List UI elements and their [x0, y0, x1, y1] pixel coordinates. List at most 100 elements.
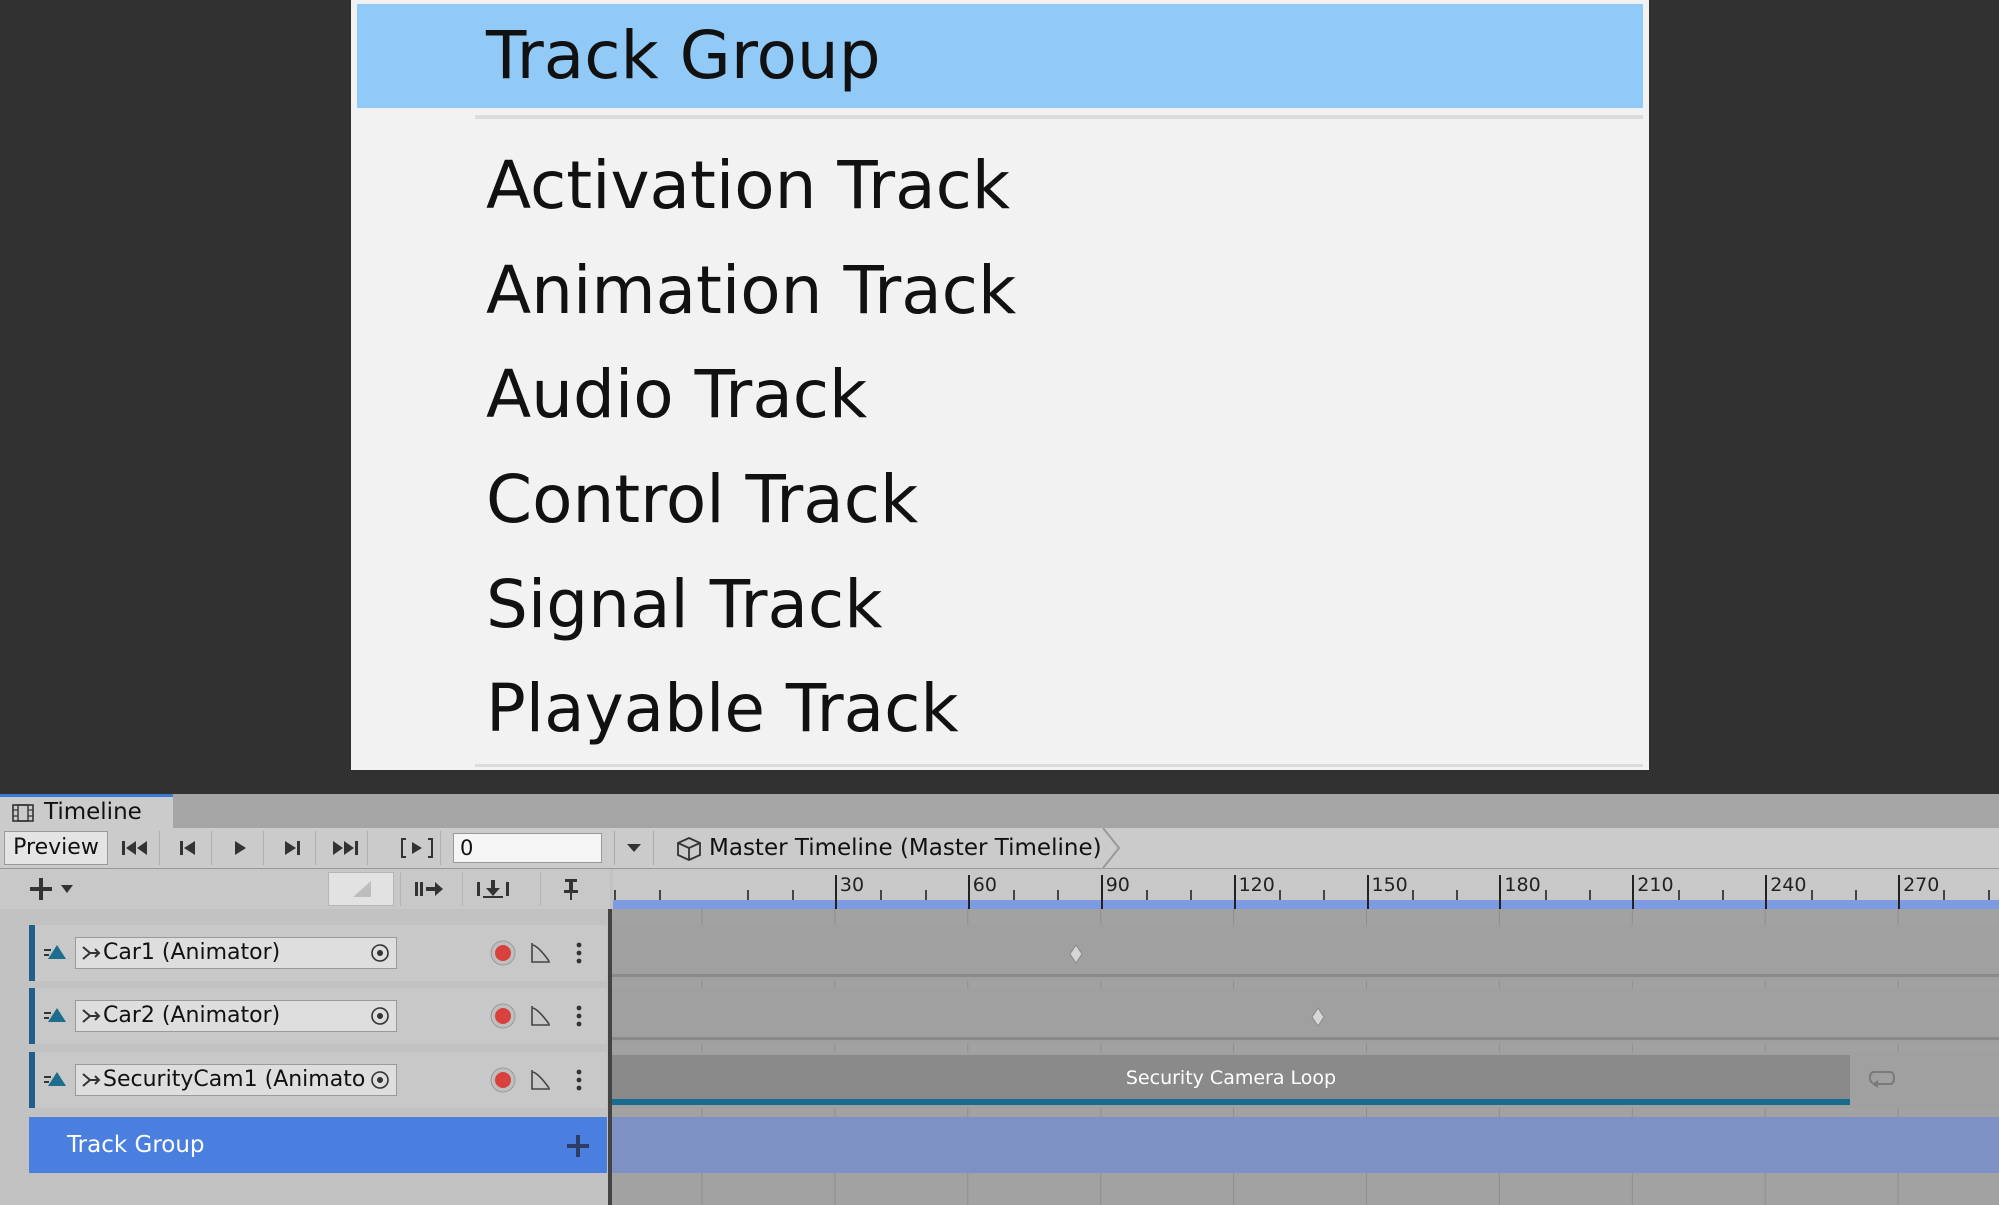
curve-toggle-icon[interactable] [529, 1004, 553, 1028]
chevron-down-icon [627, 844, 641, 852]
ruler-minor-tick [924, 890, 927, 900]
ruler-minor-tick [880, 890, 883, 900]
ruler-major-tick [834, 875, 837, 909]
pin-icon [563, 879, 578, 900]
ruler-tick-label: 180 [1504, 874, 1541, 896]
ruler-tick-label: 210 [1637, 874, 1674, 896]
ruler-major-tick [1100, 875, 1103, 909]
play-range-icon [400, 838, 433, 858]
ruler-major-tick [1366, 875, 1369, 909]
curve-toggle-icon[interactable] [529, 1068, 553, 1092]
cube-icon [677, 837, 701, 861]
previous-frame-button[interactable] [164, 831, 212, 865]
menu-item-audio-track[interactable]: Audio Track [351, 343, 1649, 447]
ruler-minor-tick [1146, 890, 1148, 900]
track-header-securitycam1[interactable]: SecurityCam1 (Animato [29, 1052, 607, 1108]
ruler-minor-tick [747, 890, 750, 900]
clip-bar [612, 1099, 1850, 1105]
animator-icon [82, 1073, 101, 1087]
keyframe-marker[interactable] [1310, 1006, 1326, 1028]
ripple-icon [414, 882, 443, 896]
record-icon[interactable] [489, 939, 517, 967]
track-group-header[interactable]: Track Group [29, 1117, 607, 1173]
menu-separator [475, 115, 1643, 119]
track-header-car2[interactable]: Car2 (Animator) [29, 988, 607, 1044]
prev-frame-icon [179, 841, 195, 855]
timeline-window: Timeline Preview 0 Master Timeline (Mast… [0, 794, 1999, 1205]
preview-button[interactable]: Preview [4, 831, 108, 865]
binding-field[interactable]: Car2 (Animator) [75, 1000, 397, 1032]
keyframe-marker[interactable] [1068, 943, 1084, 965]
play-icon [234, 841, 246, 855]
track-separator [612, 974, 1999, 977]
play-button[interactable] [216, 831, 264, 865]
timeline-toolbar: Preview 0 Master Timeline (Master Timeli… [0, 828, 1999, 869]
play-range-bar [613, 900, 1999, 909]
menu-item-activation-track[interactable]: Activation Track [351, 134, 1649, 238]
ruler-minor-tick [1589, 890, 1591, 900]
track-group-row[interactable] [612, 1117, 1999, 1173]
clip-label: Security Camera Loop [1125, 1067, 1337, 1089]
tab-timeline[interactable]: Timeline [0, 794, 173, 828]
binding-label: Car2 (Animator) [103, 1003, 281, 1028]
breadcrumb[interactable]: Master Timeline (Master Timeline) [660, 828, 1121, 868]
track-group-label[interactable]: Track Group [67, 1117, 205, 1173]
ruler-major-tick [1898, 875, 1901, 909]
animation-track-icon [44, 1072, 66, 1086]
ruler-minor-tick [1057, 890, 1060, 900]
ruler-tick-label: 30 [839, 874, 865, 896]
plus-icon[interactable] [565, 1133, 591, 1159]
ruler-minor-tick [1411, 890, 1414, 900]
animation-clip[interactable]: Security Camera Loop [612, 1055, 1850, 1105]
go-to-start-button[interactable] [112, 831, 160, 865]
track-header-car1[interactable]: Car1 (Animator) [29, 925, 607, 981]
menu-item-animation-track[interactable]: Animation Track [351, 239, 1649, 343]
add-track-button[interactable] [28, 873, 92, 905]
ruler-minor-tick [1854, 890, 1857, 900]
more-options-icon[interactable] [575, 1004, 583, 1028]
ruler-minor-tick [1943, 890, 1946, 900]
time-ruler[interactable]: 306090120150180210240270300 [613, 869, 1999, 909]
object-picker-icon[interactable] [370, 1070, 390, 1090]
track-row-car1[interactable] [612, 925, 1999, 981]
binding-field[interactable]: Car1 (Animator) [75, 937, 397, 969]
menu-item-track-group[interactable]: Track Group [357, 4, 1643, 108]
ruler-tick-label: 120 [1238, 874, 1275, 896]
record-icon[interactable] [489, 1002, 517, 1030]
next-frame-button[interactable] [268, 831, 316, 865]
ruler-major-tick [1499, 875, 1502, 909]
current-frame-field[interactable]: 0 [453, 833, 602, 863]
ruler-minor-tick [1677, 890, 1680, 900]
ruler-minor-tick [1810, 890, 1813, 900]
tab-bar: Timeline [0, 794, 1999, 828]
ruler-minor-tick [1721, 890, 1724, 900]
more-options-icon[interactable] [575, 1068, 583, 1092]
menu-item-playable-track[interactable]: Playable Track [351, 657, 1649, 761]
snap-icon [476, 880, 509, 898]
ripple-edit-button[interactable] [400, 872, 456, 906]
binding-field[interactable]: SecurityCam1 (Animato [75, 1064, 397, 1096]
snap-button[interactable] [462, 872, 522, 906]
go-to-end-button[interactable] [320, 831, 368, 865]
play-range-button[interactable] [393, 831, 441, 865]
ruler-minor-tick [1456, 890, 1459, 900]
ease-icon [353, 881, 371, 897]
track-row-car2[interactable] [612, 988, 1999, 1044]
menu-item-control-track[interactable]: Control Track [351, 448, 1649, 552]
lock-playhead-button[interactable] [540, 872, 600, 906]
record-icon[interactable] [489, 1066, 517, 1094]
object-picker-icon[interactable] [370, 1006, 390, 1026]
more-options-icon[interactable] [575, 941, 583, 965]
object-picker-icon[interactable] [370, 943, 390, 963]
animator-icon [82, 1009, 101, 1023]
plus-icon [30, 878, 52, 900]
timeline-options-dropdown[interactable] [614, 831, 654, 865]
track-separator [612, 1037, 1999, 1040]
curve-toggle-icon[interactable] [529, 941, 553, 965]
breadcrumb-arrow-icon [1102, 828, 1121, 868]
binding-label: Car1 (Animator) [103, 940, 281, 965]
ruler-major-tick [1632, 875, 1635, 909]
curves-toggle-button[interactable] [328, 872, 394, 906]
ruler-tick-label: 270 [1903, 874, 1940, 896]
menu-item-signal-track[interactable]: Signal Track [351, 553, 1649, 657]
